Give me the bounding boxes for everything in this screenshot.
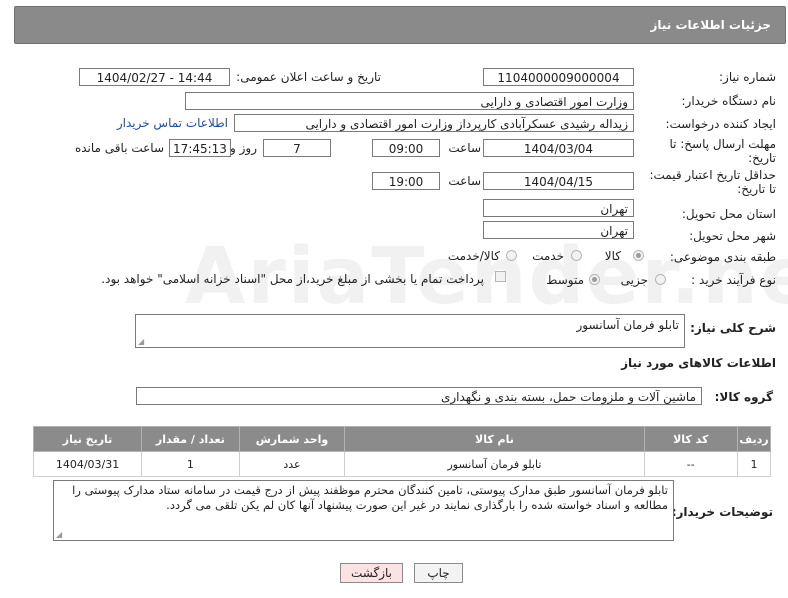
need-number-field: 1104000009000004: [483, 68, 634, 86]
need-number-label: شماره نیاز:: [719, 70, 776, 84]
resize-grip-icon: ◢: [56, 530, 63, 539]
table-row: 1404/03/31 1 عدد تابلو فرمان آسانسور -- …: [32, 451, 772, 477]
col-unit: واحد شمارش: [238, 426, 346, 452]
delivery-province-label: استان محل تحویل:: [681, 207, 776, 221]
announce-datetime-label: تاریخ و ساعت اعلان عمومی:: [236, 70, 381, 84]
delivery-city-label: شهر محل تحویل:: [689, 229, 776, 243]
goods-section-title: اطلاعات کالاهای مورد نیاز: [621, 356, 776, 370]
treasury-payment-checkbox[interactable]: [495, 271, 506, 282]
category-goods-service-label: کالا/خدمت: [447, 249, 500, 263]
items-table-header: تاریخ نیاز تعداد / مقدار واحد شمارش نام …: [32, 426, 772, 452]
goods-group-label: گروه کالا:: [714, 390, 773, 404]
buyer-notes-label: توضیحات خریدار:: [671, 505, 773, 519]
back-button[interactable]: بازگشت: [340, 563, 403, 583]
category-service-radio[interactable]: [571, 250, 582, 261]
print-button[interactable]: چاپ: [414, 563, 463, 583]
category-label: طبقه بندی موضوعی:: [669, 250, 776, 264]
process-medium-label: متوسط: [546, 273, 584, 287]
reply-deadline-label-2: تاریخ:: [748, 151, 776, 165]
purchase-process-label: نوع فرآیند خرید :: [691, 273, 776, 287]
cell-unit: عدد: [238, 451, 346, 477]
cell-code: --: [643, 451, 738, 477]
buyer-contact-link[interactable]: اطلاعات تماس خریدار: [117, 116, 228, 130]
requester-label: ایجاد کننده درخواست:: [665, 117, 776, 131]
delivery-city-field: تهران: [483, 221, 634, 239]
price-validity-label: حداقل تاریخ اعتبار قیمت:: [649, 168, 776, 182]
reply-deadline-time-field: 09:00: [372, 139, 440, 157]
remaining-time-label: ساعت باقی مانده: [74, 141, 164, 155]
reply-deadline-label: مهلت ارسال پاسخ: تا: [669, 137, 776, 151]
buyer-org-label: نام دستگاه خریدار:: [681, 94, 777, 108]
price-validity-time-field: 19:00: [372, 172, 440, 190]
items-table: تاریخ نیاز تعداد / مقدار واحد شمارش نام …: [32, 426, 772, 477]
col-code: کد کالا: [643, 426, 738, 452]
resize-grip-icon: ◢: [138, 337, 145, 346]
requester-field: زیداله رشیدی عسکرآبادی کارپرداز وزارت ام…: [234, 114, 634, 132]
reply-deadline-date-field: 1404/03/04: [483, 139, 634, 157]
cell-row: 1: [736, 451, 772, 477]
category-service-label: خدمت: [532, 249, 564, 263]
price-validity-date-field: 1404/04/15: [483, 172, 634, 190]
goods-group-field: ماشین آلات و ملزومات حمل، بسته بندی و نگ…: [136, 387, 702, 405]
treasury-payment-note: پرداخت تمام یا بخشی از مبلغ خرید،از محل …: [101, 272, 484, 286]
buyer-notes-textarea[interactable]: تابلو فرمان آسانسور طبق مدارک پیوستی، تا…: [53, 480, 674, 541]
process-minor-label: جزیی: [620, 273, 648, 287]
col-row: ردیف: [736, 426, 772, 452]
section-header: جزئیات اطلاعات نیاز: [14, 6, 786, 44]
reply-deadline-time-label: ساعت: [448, 141, 481, 155]
delivery-province-field: تهران: [483, 199, 634, 217]
category-goods-label: کالا: [604, 249, 621, 263]
section-title: جزئیات اطلاعات نیاز: [650, 18, 771, 32]
remaining-days-field: 7: [263, 139, 331, 157]
process-medium-radio[interactable]: [589, 274, 600, 285]
buyer-org-field: وزارت امور اقتصادی و دارایی: [185, 92, 634, 110]
cell-name: تابلو فرمان آسانسور: [344, 451, 645, 477]
col-name: نام کالا: [344, 426, 645, 452]
description-text: تابلو فرمان آسانسور: [576, 318, 679, 332]
price-validity-label-2: تا تاریخ:: [737, 182, 776, 196]
buyer-notes-text: تابلو فرمان آسانسور طبق مدارک پیوستی، تا…: [72, 483, 668, 512]
category-goods-radio[interactable]: [633, 250, 644, 261]
price-validity-time-label: ساعت: [448, 174, 481, 188]
cell-qty: 1: [141, 451, 240, 477]
days-label: روز و: [230, 141, 257, 155]
cell-date: 1404/03/31: [32, 451, 143, 477]
announce-datetime-field: 1404/02/27 - 14:44: [79, 68, 230, 86]
process-minor-radio[interactable]: [655, 274, 666, 285]
col-qty: تعداد / مقدار: [141, 426, 240, 452]
category-goods-service-radio[interactable]: [506, 250, 517, 261]
remaining-time-field: 17:45:13: [169, 139, 231, 157]
col-date: تاریخ نیاز: [32, 426, 143, 452]
description-textarea[interactable]: تابلو فرمان آسانسور ◢: [135, 314, 685, 348]
description-label: شرح کلی نیاز:: [690, 321, 776, 335]
